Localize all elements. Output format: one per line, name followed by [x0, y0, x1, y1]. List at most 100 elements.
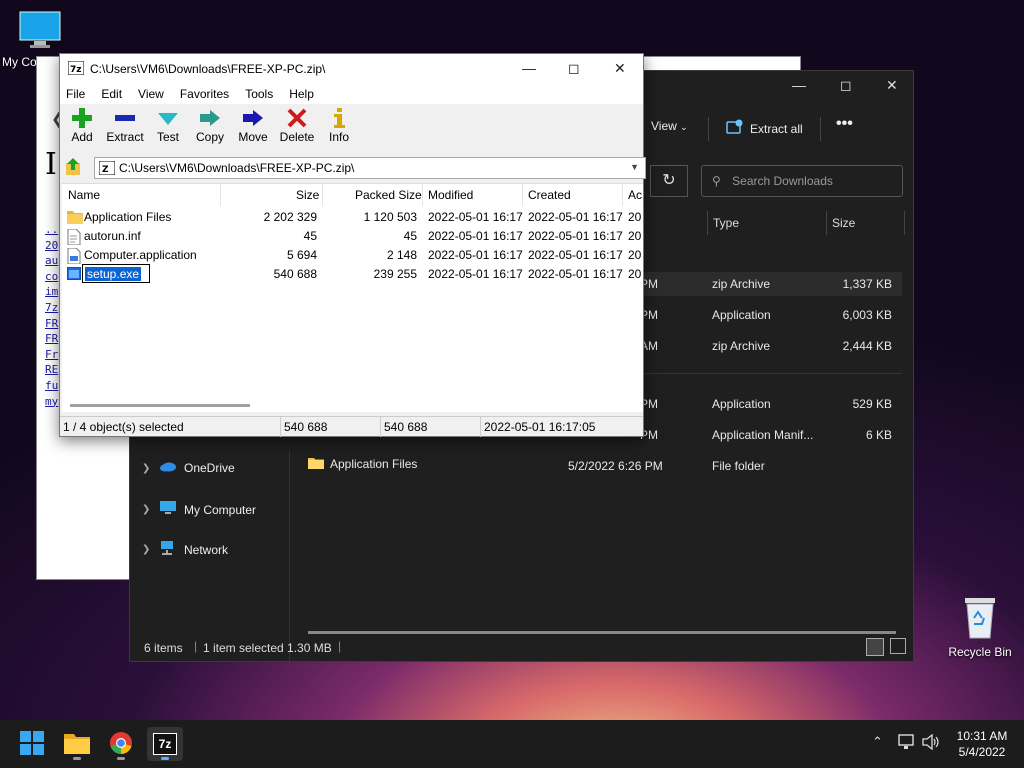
accessed-date: 20 [628, 267, 642, 281]
menu-view[interactable]: View [138, 87, 164, 101]
taskbar-7zip[interactable]: 7z [147, 727, 183, 761]
delete-button[interactable]: Delete [275, 106, 319, 144]
chevron-right-icon[interactable]: ❯ [142, 504, 152, 515]
menu-help[interactable]: Help [289, 87, 314, 101]
folder-up-button[interactable] [64, 157, 88, 179]
tiles-view-button[interactable] [890, 638, 906, 654]
view-menu-button[interactable]: View ⌄ [651, 119, 688, 133]
selection-status: 1 / 4 object(s) selected [63, 420, 184, 434]
rename-input[interactable]: setup.exe [82, 264, 150, 283]
chevron-right-icon[interactable]: ❯ [142, 544, 152, 555]
document-link[interactable]: Fr [45, 347, 58, 363]
table-row[interactable]: Application Files 2 202 329 1 120 503 20… [62, 208, 643, 227]
column-divider [904, 211, 905, 235]
start-button[interactable] [14, 727, 50, 761]
document-link[interactable]: .. [45, 222, 58, 238]
address-input[interactable]: Z C:\Users\VM6\Downloads\FREE-XP-PC.zip\… [94, 157, 646, 179]
column-header-size[interactable]: Size [832, 216, 855, 230]
chevron-up-icon[interactable]: ⌃ [872, 734, 883, 750]
file-row[interactable]: AM zip Archive 2,444 KB [640, 334, 902, 358]
move-button[interactable]: Move [231, 106, 275, 144]
status-divider [280, 417, 281, 437]
created-date: 2022-05-01 16:17 [528, 248, 623, 262]
sidebar-item-onedrive[interactable]: ❯ OneDrive [142, 461, 235, 475]
close-icon[interactable]: ✕ [886, 77, 898, 94]
document-link[interactable]: 7z [45, 300, 58, 316]
file-size: 529 KB [852, 397, 892, 411]
extract-all-button[interactable]: Extract all [726, 119, 803, 138]
file-row[interactable]: PM Application 529 KB [640, 392, 902, 416]
minimize-icon[interactable]: — [792, 77, 806, 93]
7zip-archive-icon: Z [98, 160, 116, 178]
packed-size: 2 148 [386, 248, 417, 262]
details-view-button[interactable] [866, 638, 884, 656]
onedrive-icon [160, 461, 176, 475]
table-row[interactable]: Computer.application 5 694 2 148 2022-05… [62, 246, 643, 265]
document-link[interactable]: im [45, 284, 58, 300]
document-link[interactable]: FR [45, 331, 58, 347]
maximize-icon[interactable]: ◻ [840, 77, 852, 94]
document-link[interactable]: my [45, 394, 58, 410]
file-row[interactable]: PM Application Manif... 6 KB [640, 423, 902, 447]
7zip-titlebar[interactable]: 7z C:\Users\VM6\Downloads\FREE-XP-PC.zip… [60, 54, 643, 84]
folder-name: Application Files [330, 457, 418, 471]
minimize-icon[interactable]: — [522, 60, 536, 76]
horizontal-scrollbar-thumb[interactable] [70, 404, 250, 407]
column-header-type[interactable]: Type [713, 216, 739, 230]
column-header-name[interactable]: Name [68, 188, 100, 202]
column-header-size[interactable]: Size [296, 188, 319, 202]
copy-arrow-icon [188, 106, 232, 130]
document-link[interactable]: 20 [45, 238, 58, 254]
sidebar-item-network[interactable]: ❯ Network [142, 541, 228, 558]
desktop-icon-recycle-bin[interactable]: Recycle Bin [940, 596, 1020, 659]
file-type: zip Archive [712, 277, 771, 291]
toolbar-divider [820, 117, 821, 141]
column-header-created[interactable]: Created [528, 188, 571, 202]
chevron-down-icon[interactable]: ▼ [630, 162, 639, 172]
system-clock[interactable]: 10:31 AM 5/4/2022 [952, 728, 1012, 760]
file-row[interactable]: PM zip Archive 1,337 KB [640, 272, 902, 296]
menu-favorites[interactable]: Favorites [180, 87, 229, 101]
search-input[interactable]: ⚲ Search Downloads [701, 165, 903, 197]
menu-file[interactable]: File [66, 87, 85, 101]
column-header-accessed[interactable]: Ac [628, 188, 642, 202]
sidebar-item-my-computer[interactable]: ❯ My Computer [142, 501, 256, 518]
close-icon[interactable]: ✕ [614, 60, 626, 77]
monitor-icon [160, 501, 176, 518]
archive-file-list[interactable]: Name Size Packed Size Modified Created A… [62, 183, 643, 412]
copy-button[interactable]: Copy [188, 106, 232, 144]
document-link[interactable]: RE [45, 362, 58, 378]
table-row-selected[interactable]: setup.exe 540 688 239 255 2022-05-01 16:… [62, 264, 643, 284]
info-button[interactable]: Info [317, 106, 361, 144]
table-row[interactable]: autorun.inf 45 45 2022-05-01 16:17 2022-… [62, 227, 643, 246]
chevron-right-icon[interactable]: ❯ [142, 463, 152, 474]
maximize-icon[interactable]: ◻ [568, 60, 580, 77]
volume-icon[interactable] [922, 733, 940, 753]
document-link[interactable]: au [45, 253, 58, 269]
document-heading: I [45, 147, 57, 182]
add-button[interactable]: Add [60, 106, 104, 144]
network-icon[interactable] [898, 734, 916, 753]
move-arrow-icon [231, 106, 275, 130]
column-header-modified[interactable]: Modified [428, 188, 473, 202]
menu-tools[interactable]: Tools [245, 87, 273, 101]
column-header-packed-size[interactable]: Packed Size [355, 188, 422, 202]
running-indicator [73, 757, 81, 760]
document-link[interactable]: FR [45, 316, 58, 332]
folder-row[interactable]: Application Files [308, 456, 417, 472]
taskbar-file-explorer[interactable] [59, 727, 95, 761]
more-options-button[interactable]: ••• [836, 115, 853, 133]
document-link[interactable]: co [45, 269, 58, 285]
7zip-window[interactable]: 7z C:\Users\VM6\Downloads\FREE-XP-PC.zip… [59, 53, 646, 437]
document-link[interactable]: fu [45, 378, 58, 394]
extract-button[interactable]: Extract [103, 106, 147, 144]
svg-text:7z: 7z [70, 65, 82, 75]
taskbar-chrome[interactable] [103, 727, 139, 761]
test-button[interactable]: Test [146, 106, 190, 144]
address-bar: Z C:\Users\VM6\Downloads\FREE-XP-PC.zip\… [62, 155, 646, 181]
menu-edit[interactable]: Edit [101, 87, 122, 101]
status-divider [380, 417, 381, 437]
refresh-button[interactable]: ↻ [650, 165, 688, 197]
file-row[interactable]: PM Application 6,003 KB [640, 303, 902, 327]
accessed-date: 20 [628, 248, 642, 262]
